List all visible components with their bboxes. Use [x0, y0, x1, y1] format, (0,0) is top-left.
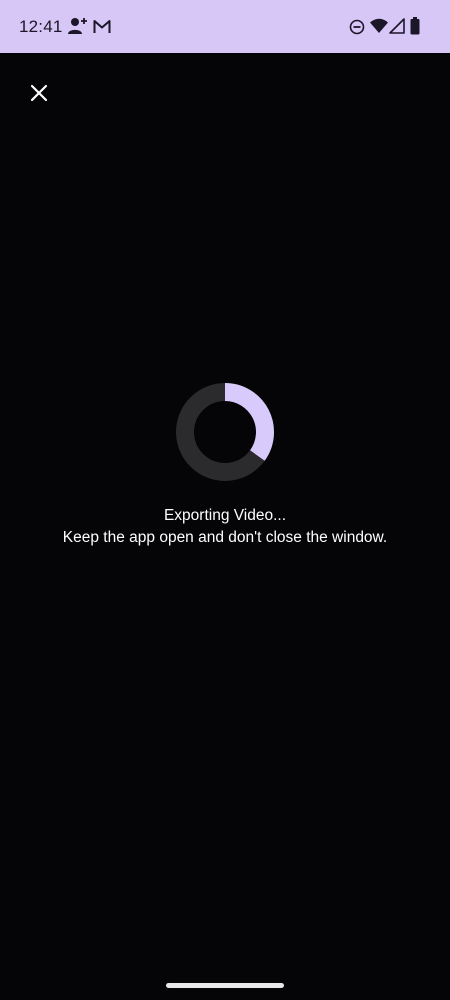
- export-title: Exporting Video...: [163, 507, 287, 524]
- progress-arc: [224, 383, 274, 461]
- export-subtitle: Keep the app open and don't close the wi…: [62, 529, 388, 546]
- person-add-icon: [68, 18, 87, 34]
- close-icon: [30, 84, 48, 102]
- gmail-icon: [93, 20, 111, 33]
- cellular-signal-icon: [389, 18, 405, 34]
- home-indicator[interactable]: [166, 983, 284, 988]
- do-not-disturb-icon: [349, 19, 365, 35]
- close-button[interactable]: [22, 76, 56, 110]
- battery-icon: [410, 17, 420, 35]
- status-bar: 12:41: [0, 0, 450, 53]
- export-message: Exporting Video... Keep the app open and…: [0, 505, 450, 549]
- export-progress-ring: [176, 383, 274, 481]
- status-time: 12:41: [19, 17, 63, 36]
- wifi-icon: [370, 18, 388, 33]
